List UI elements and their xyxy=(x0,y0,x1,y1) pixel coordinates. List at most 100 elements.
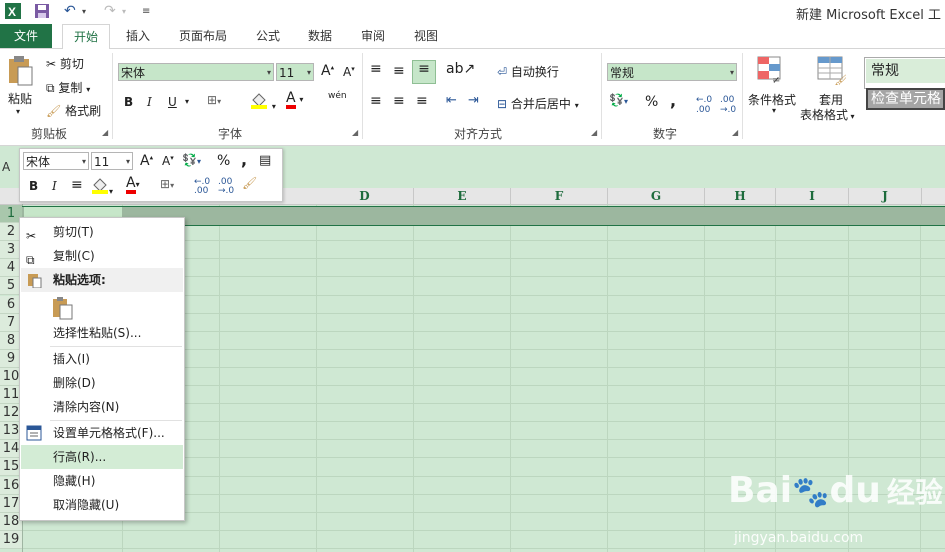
undo-icon[interactable]: ↶ xyxy=(64,3,76,19)
menu-item-paste-special[interactable]: 选择性粘贴(S)... xyxy=(21,321,183,345)
grow-font-button[interactable]: A▴ xyxy=(321,63,334,79)
decrease-decimal-icon: .00 →.0 xyxy=(720,95,737,115)
font-launcher-icon[interactable]: ◢ xyxy=(352,128,358,137)
font-size-value: 11 xyxy=(279,66,295,80)
bold-button[interactable]: B xyxy=(124,95,133,109)
tab-page-layout[interactable]: 页面布局 xyxy=(170,24,236,48)
tab-data[interactable]: 数据 xyxy=(298,24,342,48)
redo-dropdown-icon[interactable]: ▾ xyxy=(122,7,126,16)
mini-accounting-icon[interactable]: 💱▾ xyxy=(182,153,201,167)
paste-label[interactable]: 粘贴 xyxy=(8,90,32,107)
fill-color-button[interactable]: ▾ xyxy=(250,91,276,112)
font-name-combo[interactable]: 宋体 ▾ xyxy=(118,63,274,81)
column-header-f[interactable]: F xyxy=(511,188,608,204)
decrease-decimal-button[interactable]: .00 →.0 xyxy=(720,95,736,115)
border-button[interactable]: ⊞▾ xyxy=(207,93,221,107)
mini-percent-button[interactable]: % xyxy=(217,153,230,169)
paste-button[interactable] xyxy=(6,55,34,90)
cut-button[interactable]: ✂ 剪切 xyxy=(46,55,84,72)
mini-shrink-font-icon[interactable]: A▾ xyxy=(162,154,174,168)
menu-item-copy[interactable]: ⧉ 复制(C) xyxy=(21,244,183,268)
mini-border-icon[interactable]: ⊞▾ xyxy=(160,177,174,191)
mini-grow-font-icon[interactable]: A▴ xyxy=(140,153,153,169)
menu-item-format-cells[interactable]: 设置单元格格式(F)... xyxy=(21,421,183,445)
menu-item-insert[interactable]: 插入(I) xyxy=(21,347,183,371)
column-header-d[interactable]: D xyxy=(316,188,414,204)
mini-format-painter-icon[interactable]: 🖌 xyxy=(242,176,257,190)
number-format-combo[interactable]: 常规 ▾ xyxy=(607,63,737,81)
mini-italic-button[interactable]: I xyxy=(52,179,57,193)
save-icon[interactable] xyxy=(34,3,50,23)
tab-view[interactable]: 视图 xyxy=(404,24,448,48)
tab-insert[interactable]: 插入 xyxy=(116,24,160,48)
align-top-button[interactable]: ≡ xyxy=(370,61,382,77)
tab-file[interactable]: 文件 xyxy=(0,24,52,48)
format-table-button[interactable]: 🖌 xyxy=(816,55,849,88)
mini-font-color-button[interactable]: A▾ xyxy=(126,176,140,194)
clipboard-group-label: 剪贴板 xyxy=(30,127,67,141)
format-painter-button[interactable]: 🖌 格式刷 xyxy=(46,102,101,119)
context-menu: ✂ 剪切(T) ⧉ 复制(C) 粘贴选项: 选择性粘贴(S)... 插入(I) … xyxy=(19,217,185,521)
mini-merge-icon[interactable]: ▤ xyxy=(259,153,271,168)
menu-item-hide[interactable]: 隐藏(H) xyxy=(21,469,183,493)
increase-decimal-button[interactable]: ←.0.00 xyxy=(696,95,712,115)
tab-home[interactable]: 开始 xyxy=(62,24,110,50)
style-check-cell[interactable]: 检查单元格 xyxy=(866,88,945,110)
menu-item-row-height[interactable]: 行高(R)... xyxy=(21,445,183,469)
phonetic-button[interactable]: wén xyxy=(328,91,347,101)
mini-decrease-decimal-icon[interactable]: .00 →.0 xyxy=(218,178,234,196)
redo-icon[interactable]: ↷ xyxy=(104,3,116,19)
column-header-h[interactable]: H xyxy=(705,188,776,204)
column-header-e[interactable]: E xyxy=(414,188,511,204)
format-table-label-line2[interactable]: 表格格式 ▾ xyxy=(800,106,855,123)
undo-dropdown-icon[interactable]: ▾ xyxy=(82,7,86,16)
column-header-g[interactable]: G xyxy=(608,188,705,204)
mini-bold-button[interactable]: B xyxy=(29,179,38,193)
mini-font-combo[interactable]: 宋体 ▾ xyxy=(23,152,89,170)
font-size-combo[interactable]: 11 ▾ xyxy=(276,63,314,81)
row-header-19[interactable]: 19 xyxy=(0,530,22,549)
column-header-i[interactable]: I xyxy=(776,188,849,204)
paste-dropdown-icon[interactable]: ▾ xyxy=(16,107,20,116)
customize-quick-access-icon[interactable]: ≡ xyxy=(142,6,150,17)
tab-formulas[interactable]: 公式 xyxy=(246,24,290,48)
increase-indent-button[interactable]: ⇥ xyxy=(468,93,479,108)
copy-button[interactable]: ⧉ 复制 ▾ xyxy=(46,79,90,96)
mini-align-center-icon[interactable]: ≡ xyxy=(71,177,83,193)
conditional-format-button[interactable]: ≠ xyxy=(756,55,786,88)
font-color-button[interactable]: A ▾ xyxy=(286,91,303,109)
align-right-button[interactable]: ≡ xyxy=(416,93,428,109)
wrap-text-button[interactable]: ⏎ 自动换行 xyxy=(497,63,559,80)
italic-button[interactable]: I xyxy=(147,95,152,109)
percent-button[interactable]: % xyxy=(645,94,658,110)
menu-item-delete[interactable]: 删除(D) xyxy=(21,371,183,395)
mini-fill-color-button[interactable]: ▾ xyxy=(91,176,113,197)
merge-center-button[interactable]: ⊟ 合并后居中 ▾ xyxy=(497,95,579,112)
chevron-down-icon[interactable]: ▾ xyxy=(772,106,776,115)
underline-dropdown-icon[interactable]: ▾ xyxy=(185,97,189,106)
accounting-format-button[interactable]: 💱▾ xyxy=(609,93,628,107)
alignment-launcher-icon[interactable]: ◢ xyxy=(591,128,597,137)
mini-size-combo[interactable]: 11 ▾ xyxy=(91,152,133,170)
style-normal[interactable]: 常规 xyxy=(866,59,945,83)
comma-button[interactable]: , xyxy=(670,91,676,110)
tab-review[interactable]: 审阅 xyxy=(351,24,395,48)
menu-item-cut[interactable]: ✂ 剪切(T) xyxy=(21,220,183,244)
mini-increase-decimal-icon[interactable]: ←.0.00 xyxy=(194,178,210,196)
align-bottom-button[interactable]: ≡ xyxy=(412,60,436,84)
orientation-button[interactable]: ab↗ xyxy=(446,61,475,77)
align-center-button[interactable]: ≡ xyxy=(393,93,405,109)
decrease-indent-button[interactable]: ⇤ xyxy=(446,93,457,108)
underline-button[interactable]: U xyxy=(168,95,177,109)
paste-option-button[interactable] xyxy=(50,296,74,323)
menu-item-clear-contents[interactable]: 清除内容(N) xyxy=(21,395,183,419)
clipboard-launcher-icon[interactable]: ◢ xyxy=(102,128,108,137)
copy-dropdown-icon[interactable]: ▾ xyxy=(86,85,90,94)
menu-item-unhide[interactable]: 取消隐藏(U) xyxy=(21,493,183,517)
shrink-font-button[interactable]: A▾ xyxy=(343,65,355,79)
align-left-button[interactable]: ≡ xyxy=(370,93,382,109)
align-middle-button[interactable]: ≡ xyxy=(393,63,405,79)
column-header-j[interactable]: J xyxy=(849,188,922,204)
mini-comma-button[interactable]: , xyxy=(241,150,247,169)
number-launcher-icon[interactable]: ◢ xyxy=(732,128,738,137)
